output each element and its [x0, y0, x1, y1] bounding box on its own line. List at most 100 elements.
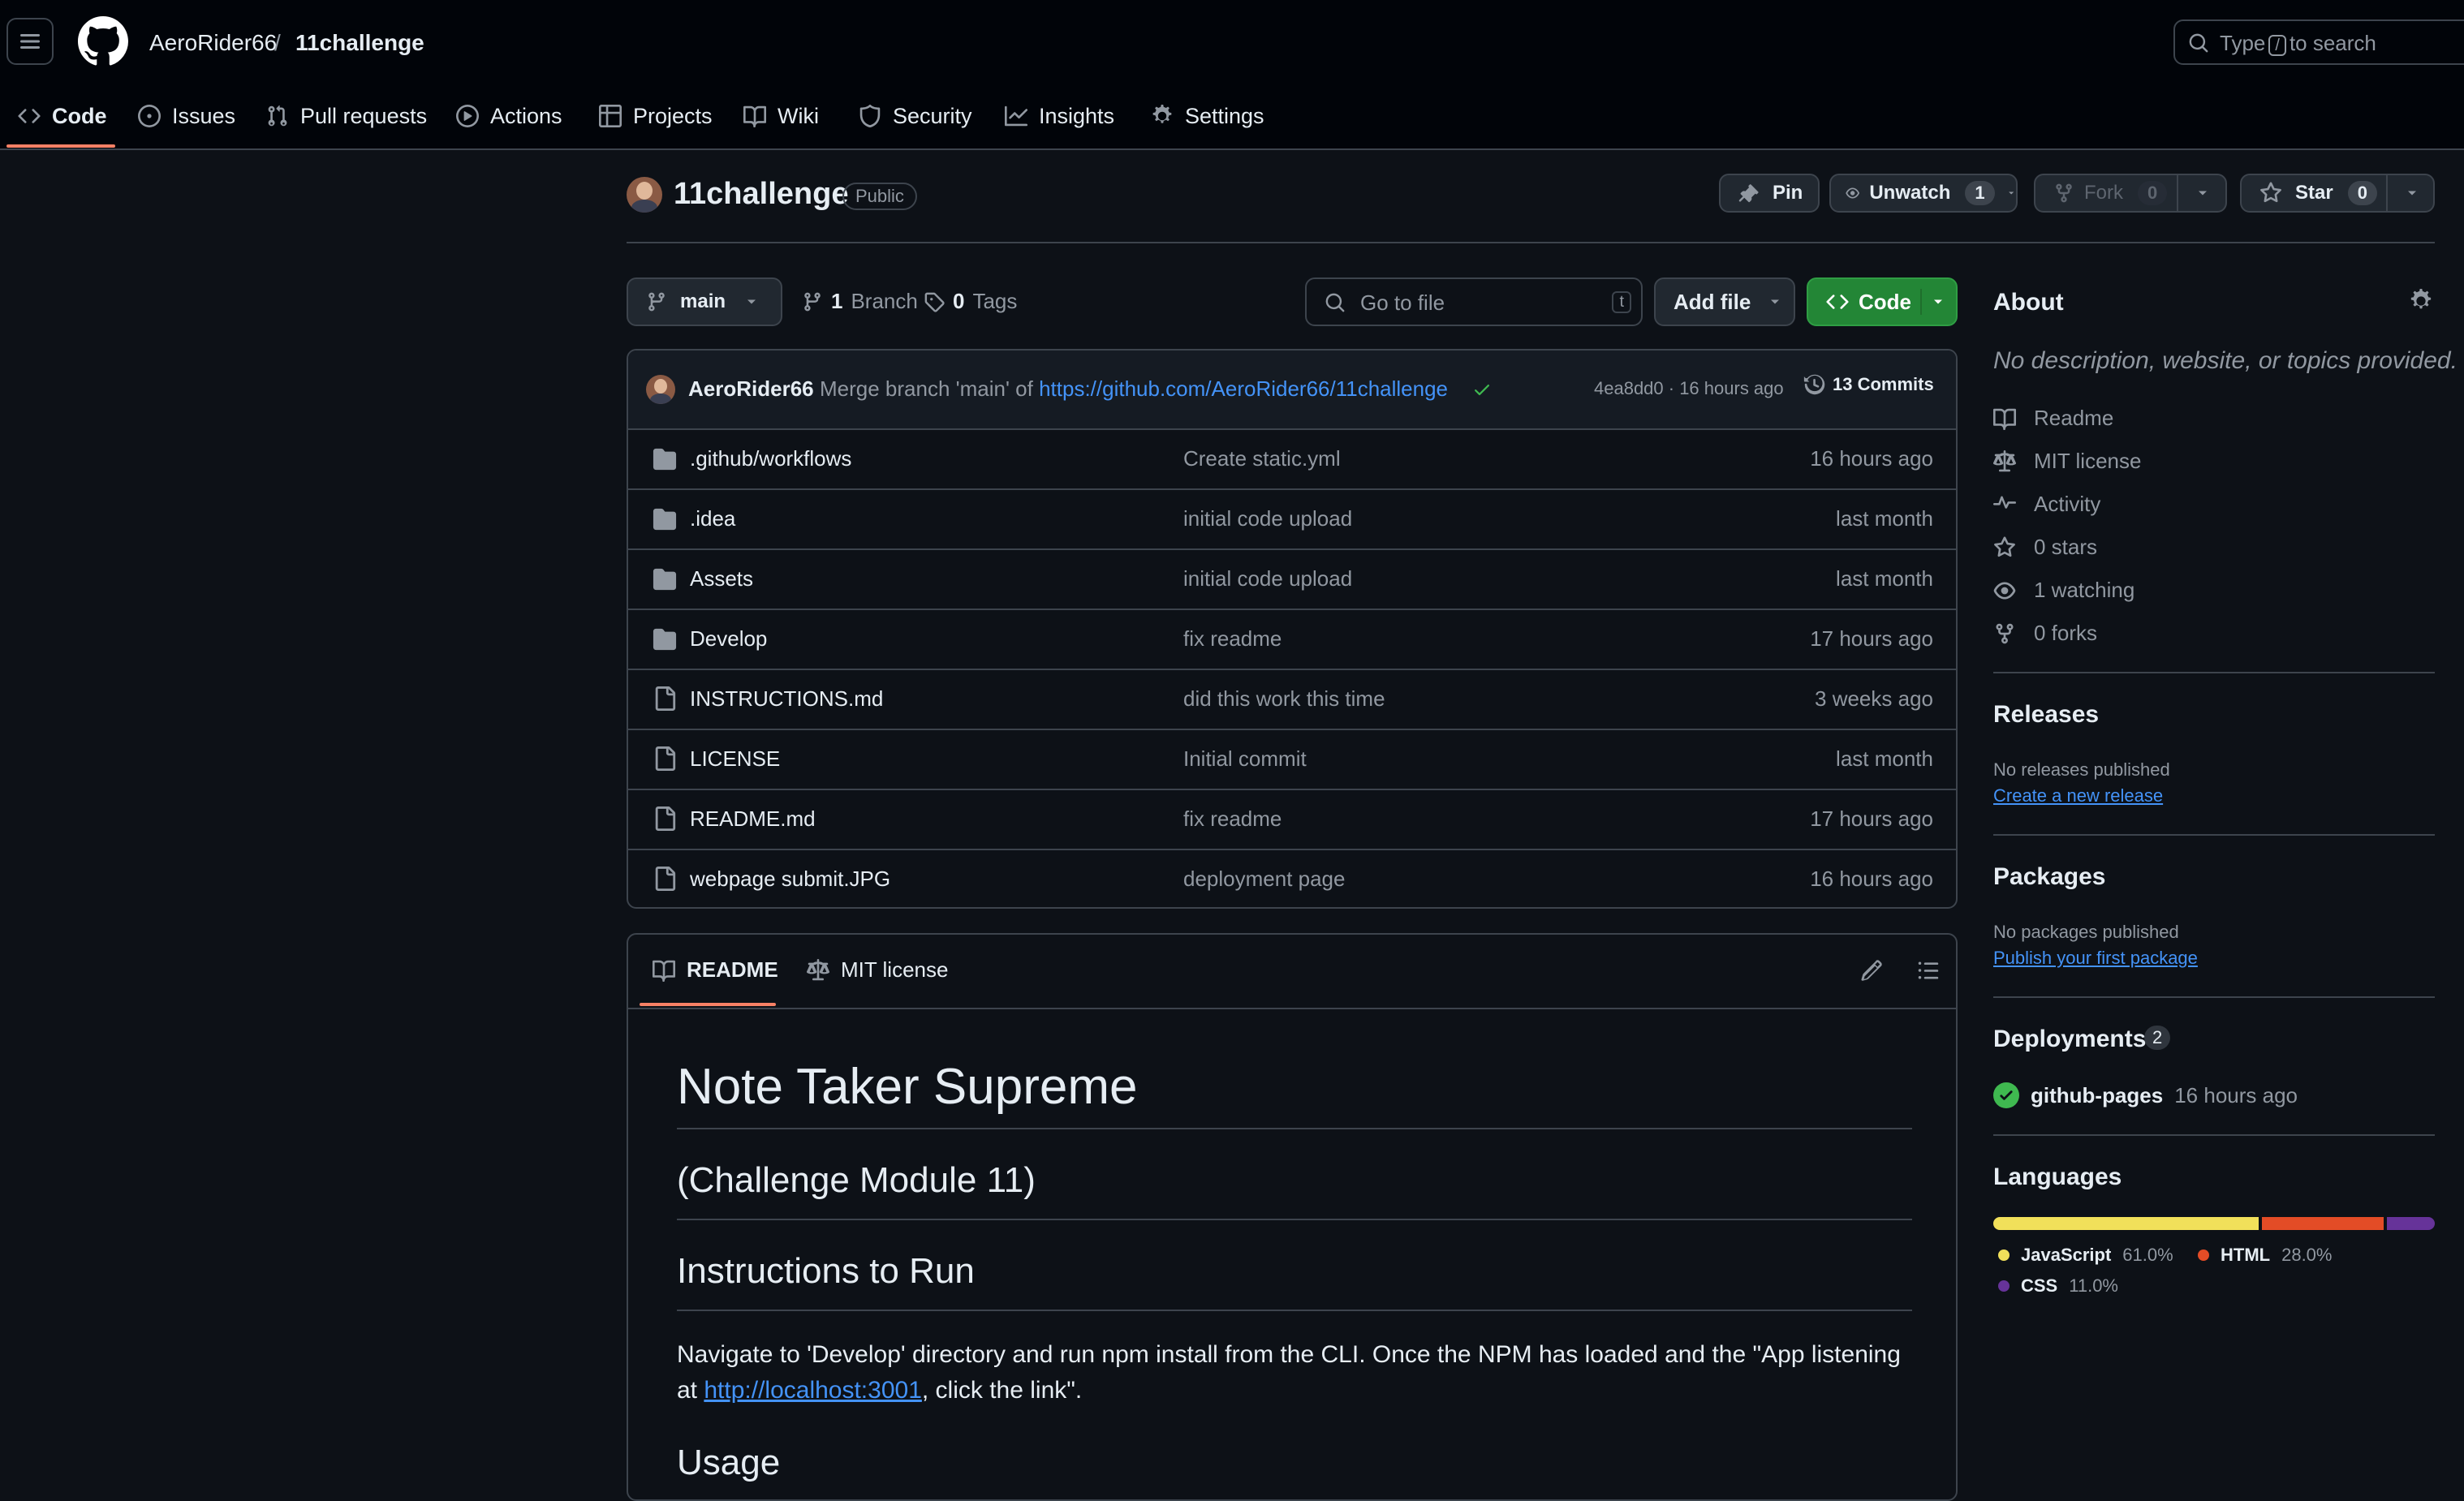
about-stars-link[interactable]: 0 stars: [1993, 535, 2097, 560]
commits-count: 13 Commits: [1833, 374, 1934, 394]
about-activity-link[interactable]: Activity: [1993, 492, 2100, 517]
file-icon: [655, 746, 676, 771]
packages-heading[interactable]: Packages: [1993, 863, 2105, 891]
branch-icon: [648, 292, 665, 312]
file-name[interactable]: Develop: [690, 626, 767, 652]
commit-hash-time[interactable]: 4ea8dd0 · 16 hours ago: [1594, 378, 1784, 399]
tab-security-label: Security: [893, 103, 972, 128]
go-to-file-input[interactable]: Go to file t: [1305, 277, 1643, 326]
language-bar-segment[interactable]: [1993, 1217, 2259, 1230]
language-name: CSS: [2021, 1275, 2058, 1296]
file-row[interactable]: README.md fix readme 17 hours ago: [628, 789, 1956, 849]
tab-insights[interactable]: Insights: [1005, 96, 1114, 136]
file-commit-message[interactable]: deployment page: [1183, 867, 1345, 892]
language-bar-segment[interactable]: [2387, 1217, 2435, 1230]
star-button[interactable]: Star 0: [2240, 174, 2435, 213]
unwatch-button[interactable]: Unwatch 1: [1829, 174, 2018, 213]
repo-head-divider: [627, 242, 2435, 243]
star-label: Star: [2295, 182, 2333, 204]
pin-label: Pin: [1773, 182, 1803, 204]
tab-code-label: Code: [52, 103, 107, 128]
list-icon[interactable]: [1917, 959, 1940, 982]
tab-wiki[interactable]: Wiki: [743, 96, 819, 136]
github-logo-icon[interactable]: [78, 16, 128, 67]
file-name[interactable]: Assets: [690, 566, 753, 591]
commits-link[interactable]: 13 Commits: [1803, 373, 1934, 396]
file-commit-message[interactable]: fix readme: [1183, 626, 1282, 652]
readme-subtitle: (Challenge Module 11): [677, 1160, 1036, 1200]
about-forks-link[interactable]: 0 forks: [1993, 621, 2097, 646]
language-item[interactable]: JavaScript 61.0%: [1998, 1245, 2173, 1266]
folder-icon: [653, 628, 677, 651]
branches-link[interactable]: 1 Branch: [802, 289, 918, 314]
caret-down-icon[interactable]: [2195, 185, 2211, 201]
file-row[interactable]: LICENSE Initial commit last month: [628, 729, 1956, 789]
repo-owner-avatar[interactable]: [627, 177, 662, 213]
tab-settings[interactable]: Settings: [1151, 96, 1264, 136]
file-name[interactable]: README.md: [690, 806, 816, 832]
tab-pull-requests[interactable]: Pull requests: [266, 96, 427, 136]
tab-projects[interactable]: Projects: [599, 96, 713, 136]
language-item[interactable]: CSS 11.0%: [1998, 1275, 2118, 1297]
menu-button[interactable]: [6, 18, 54, 65]
about-readme-link[interactable]: Readme: [1993, 406, 2113, 431]
branch-select[interactable]: main: [627, 277, 782, 326]
tab-issues[interactable]: Issues: [138, 96, 235, 136]
deployment-item[interactable]: github-pages 16 hours ago: [1993, 1082, 2298, 1108]
file-row[interactable]: INSTRUCTIONS.md did this work this time 3 …: [628, 669, 1956, 729]
file-row[interactable]: .github/workflows Create static.yml 16 hou…: [628, 428, 1956, 488]
file-name[interactable]: INSTRUCTIONS.md: [690, 686, 883, 712]
breadcrumb-owner[interactable]: AeroRider66: [149, 27, 277, 59]
gear-icon[interactable]: [2409, 289, 2433, 313]
language-color-dot: [1998, 1249, 2010, 1261]
commit-author-avatar[interactable]: [646, 375, 675, 404]
file-commit-message[interactable]: did this work this time: [1183, 686, 1385, 712]
releases-heading[interactable]: Releases: [1993, 701, 2099, 729]
file-row[interactable]: Assets initial code upload last month: [628, 548, 1956, 609]
commit-message-link[interactable]: https://github.com/AeroRider66/11challen…: [1039, 376, 1448, 401]
create-release-link[interactable]: Create a new release: [1993, 785, 2163, 806]
deployments-count: 2: [2144, 1026, 2171, 1050]
breadcrumb-repo[interactable]: 11challenge: [295, 27, 424, 59]
language-percent: 11.0%: [2069, 1275, 2118, 1296]
file-commit-message[interactable]: Create static.yml: [1183, 446, 1341, 471]
language-bar-segment[interactable]: [2261, 1217, 2384, 1230]
deployments-heading[interactable]: Deployments: [1993, 1026, 2146, 1053]
commit-message[interactable]: Merge branch 'main' of https://github.co…: [820, 376, 1448, 402]
global-search-input[interactable]: Type / to search: [2173, 19, 2464, 65]
file-name[interactable]: .github/workflows: [690, 446, 851, 471]
caret-down-icon: [1771, 299, 1780, 304]
packages-empty-text: No packages published: [1993, 922, 2179, 942]
tab-code[interactable]: Code: [18, 96, 107, 136]
file-commit-message[interactable]: fix readme: [1183, 806, 1282, 832]
repo-title[interactable]: 11challenge: [674, 177, 848, 212]
file-name[interactable]: LICENSE: [690, 746, 780, 772]
check-icon[interactable]: [1472, 380, 1492, 399]
file-commit-message[interactable]: initial code upload: [1183, 566, 1352, 591]
pencil-icon[interactable]: [1860, 959, 1883, 982]
add-file-button[interactable]: Add file: [1654, 277, 1795, 326]
about-license-link[interactable]: MIT license: [1993, 449, 2141, 474]
localhost-link[interactable]: http://localhost:3001: [704, 1377, 922, 1404]
tab-security[interactable]: Security: [859, 96, 972, 136]
file-row[interactable]: Develop fix readme 17 hours ago: [628, 609, 1956, 669]
tags-link[interactable]: 0 Tags: [924, 289, 1017, 314]
file-commit-message[interactable]: Initial commit: [1183, 746, 1307, 772]
file-row[interactable]: .idea initial code upload last month: [628, 488, 1956, 548]
tab-license[interactable]: MIT license: [807, 957, 948, 983]
tab-readme[interactable]: README: [653, 957, 778, 983]
publish-package-link[interactable]: Publish your first package: [1993, 948, 2198, 969]
file-name[interactable]: webpage submit.JPG: [690, 867, 890, 892]
fork-button[interactable]: Fork 0: [2034, 174, 2227, 213]
language-item[interactable]: HTML 28.0%: [2198, 1245, 2332, 1266]
commit-author[interactable]: AeroRider66: [688, 376, 814, 402]
pin-button[interactable]: Pin: [1719, 174, 1820, 213]
caret-down-icon[interactable]: [2404, 185, 2420, 201]
folder-icon: [653, 448, 677, 471]
tab-actions[interactable]: Actions: [456, 96, 562, 136]
code-dropdown-button[interactable]: Code: [1807, 277, 1958, 326]
file-row[interactable]: webpage submit.JPG deployment page 16 hour…: [628, 849, 1956, 907]
file-commit-message[interactable]: initial code upload: [1183, 506, 1352, 531]
about-watching-link[interactable]: 1 watching: [1993, 578, 2134, 603]
file-name[interactable]: .idea: [690, 506, 735, 531]
